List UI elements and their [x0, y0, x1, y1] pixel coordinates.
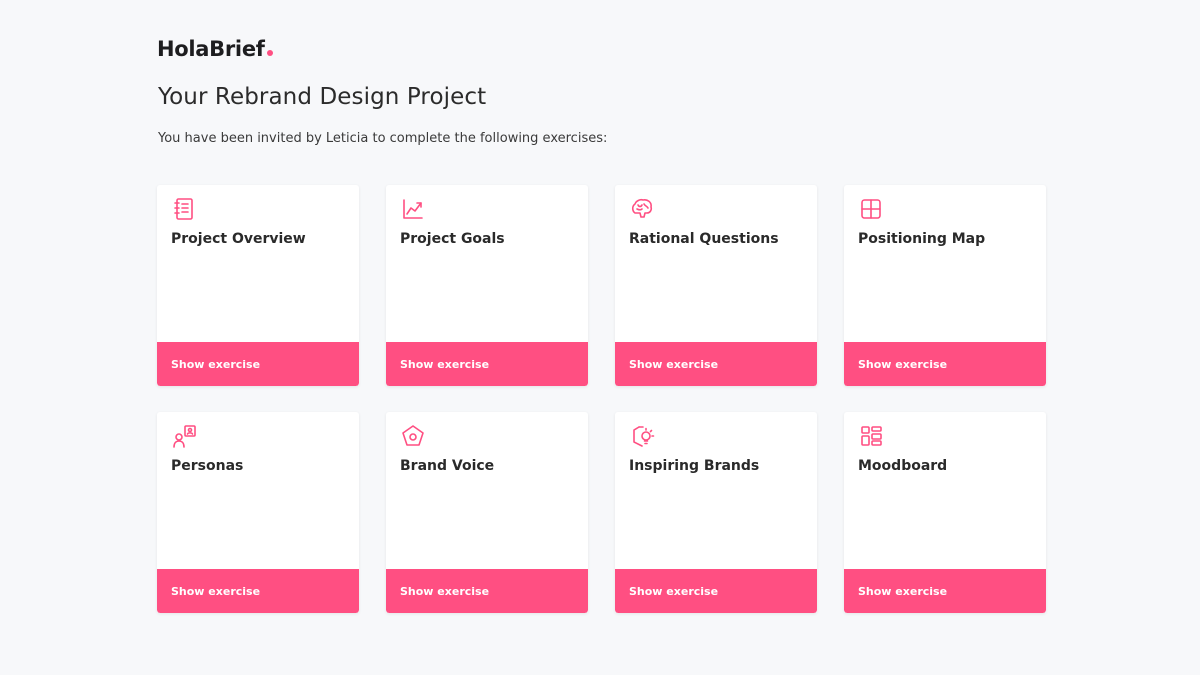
card-body: Moodboard [844, 412, 1046, 569]
brain-icon [629, 196, 655, 222]
show-exercise-button[interactable]: Show exercise [157, 569, 359, 613]
exercise-card-inspiring-brands: Inspiring Brands Show exercise [615, 412, 817, 613]
card-body: Rational Questions [615, 185, 817, 342]
exercise-card-personas: Personas Show exercise [157, 412, 359, 613]
exercise-card-moodboard: Moodboard Show exercise [844, 412, 1046, 613]
page: HolaBrief Your Rebrand Design Project Yo… [0, 0, 1200, 675]
card-body: Personas [157, 412, 359, 569]
card-title: Project Goals [400, 231, 505, 247]
show-exercise-button[interactable]: Show exercise [844, 342, 1046, 386]
show-exercise-button[interactable]: Show exercise [615, 342, 817, 386]
brand-logo[interactable]: HolaBrief [157, 37, 273, 61]
card-title: Project Overview [171, 231, 306, 247]
card-title: Moodboard [858, 458, 948, 474]
exercise-card-rational-questions: Rational Questions Show exercise [615, 185, 817, 386]
card-body: Inspiring Brands [615, 412, 817, 569]
page-subtitle: You have been invited by Leticia to comp… [158, 131, 608, 146]
card-title: Brand Voice [400, 458, 495, 474]
show-exercise-button[interactable]: Show exercise [615, 569, 817, 613]
show-exercise-button[interactable]: Show exercise [157, 342, 359, 386]
lightbulb-hexagon-icon [629, 423, 655, 449]
brand-logo-text: HolaBrief [157, 37, 265, 61]
page-title: Your Rebrand Design Project [158, 84, 487, 110]
trend-chart-icon [400, 196, 426, 222]
notebook-icon [171, 196, 197, 222]
card-title: Inspiring Brands [629, 458, 760, 474]
exercise-card-brand-voice: Brand Voice Show exercise [386, 412, 588, 613]
card-title: Personas [171, 458, 244, 474]
show-exercise-button[interactable]: Show exercise [844, 569, 1046, 613]
card-title: Rational Questions [629, 231, 779, 247]
brand-logo-dot [266, 50, 273, 56]
pentagon-icon [400, 423, 426, 449]
card-body: Brand Voice [386, 412, 588, 569]
card-body: Positioning Map [844, 185, 1046, 342]
show-exercise-button[interactable]: Show exercise [386, 342, 588, 386]
layout-blocks-icon [858, 423, 884, 449]
grid-quadrant-icon [858, 196, 884, 222]
persona-icon [171, 423, 197, 449]
card-body: Project Goals [386, 185, 588, 342]
exercise-card-project-goals: Project Goals Show exercise [386, 185, 588, 386]
show-exercise-button[interactable]: Show exercise [386, 569, 588, 613]
exercise-card-project-overview: Project Overview Show exercise [157, 185, 359, 386]
exercise-grid: Project Overview Show exercise Project G… [157, 185, 1046, 613]
exercise-card-positioning-map: Positioning Map Show exercise [844, 185, 1046, 386]
card-title: Positioning Map [858, 231, 986, 247]
card-body: Project Overview [157, 185, 359, 342]
